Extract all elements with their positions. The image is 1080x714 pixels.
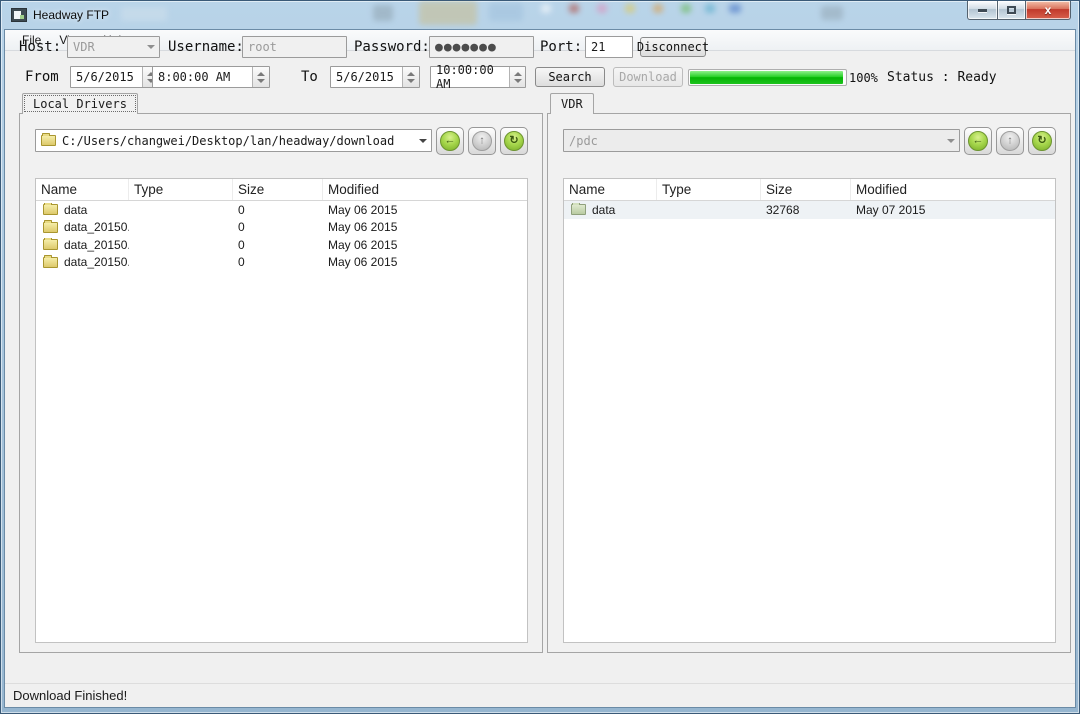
remote-path-value: /pdc <box>569 134 598 148</box>
local-up-button[interactable]: ↑ <box>468 127 496 155</box>
spinner-icon[interactable] <box>509 67 525 87</box>
to-label: To <box>301 69 318 85</box>
spinner-icon[interactable] <box>402 67 419 87</box>
to-date-value: 5/6/2015 <box>336 70 394 84</box>
remote-path-combobox[interactable]: /pdc <box>563 129 960 152</box>
column-header-size[interactable]: Size <box>761 179 851 200</box>
remote-refresh-button[interactable]: ↻ <box>1028 127 1056 155</box>
to-time-value: 10:00:00 AM <box>436 63 509 91</box>
tab-label: Local Drivers <box>33 97 127 111</box>
refresh-icon: ↻ <box>504 131 524 151</box>
to-time-field[interactable]: 10:00:00 AM <box>430 66 526 88</box>
up-icon: ↑ <box>1000 131 1020 151</box>
chevron-down-icon <box>143 37 159 57</box>
port-label: Port: <box>540 39 582 55</box>
tab-local-drivers[interactable]: Local Drivers <box>22 93 138 114</box>
status-message: Download Finished! <box>13 688 127 703</box>
spinner-icon[interactable] <box>252 67 269 87</box>
username-label: Username: <box>168 39 244 55</box>
table-row[interactable]: data 0 May 06 2015 <box>36 201 527 219</box>
tab-label: VDR <box>561 97 583 111</box>
local-path-combobox[interactable]: C:/Users/changwei/Desktop/lan/headway/do… <box>35 129 432 152</box>
password-label: Password: <box>354 39 430 55</box>
local-path-value: C:/Users/changwei/Desktop/lan/headway/do… <box>62 134 394 148</box>
folder-icon <box>43 239 58 250</box>
filter-row: From 5/6/2015 8:00:00 AM To 5/6/2015 10:… <box>5 66 1075 92</box>
local-refresh-button[interactable]: ↻ <box>500 127 528 155</box>
app-icon[interactable] <box>11 8 27 22</box>
app-window: Headway FTP x File View Help Host: VDR U… <box>0 0 1080 714</box>
username-field[interactable]: root <box>242 36 347 58</box>
column-header-modified[interactable]: Modified <box>851 179 1055 200</box>
progress-fill <box>690 71 843 84</box>
disconnect-button[interactable]: Disconnect <box>640 37 706 57</box>
tab-vdr[interactable]: VDR <box>550 93 594 114</box>
folder-icon <box>43 204 58 215</box>
up-icon: ↑ <box>472 131 492 151</box>
column-header-modified[interactable]: Modified <box>323 179 527 200</box>
to-date-field[interactable]: 5/6/2015 <box>330 66 420 88</box>
local-file-table: Name Type Size Modified data 0 May 06 20… <box>35 178 528 643</box>
maximize-icon <box>1007 6 1016 14</box>
remote-pane: /pdc ← ↑ ↻ Name Type Size Modified <box>547 113 1071 653</box>
close-button[interactable]: x <box>1026 1 1071 20</box>
minimize-icon <box>978 9 987 12</box>
table-row[interactable]: data_20150... 0 May 06 2015 <box>36 236 527 254</box>
column-header-size[interactable]: Size <box>233 179 323 200</box>
maximize-button[interactable] <box>997 1 1026 20</box>
minimize-button[interactable] <box>967 1 997 20</box>
local-panel: Local Drivers C:/Users/changwei/Desktop/… <box>19 93 543 653</box>
password-value: ●●●●●●● <box>435 40 497 55</box>
local-pane: C:/Users/changwei/Desktop/lan/headway/do… <box>19 113 543 653</box>
back-icon: ← <box>440 131 460 151</box>
back-icon: ← <box>968 131 988 151</box>
remote-up-button[interactable]: ↑ <box>996 127 1024 155</box>
close-icon: x <box>1045 4 1052 16</box>
table-header: Name Type Size Modified <box>564 179 1055 201</box>
host-value: VDR <box>73 40 95 54</box>
download-button[interactable]: Download <box>613 67 683 87</box>
table-row[interactable]: data 32768 May 07 2015 <box>564 201 1055 219</box>
column-header-name[interactable]: Name <box>36 179 129 200</box>
column-header-name[interactable]: Name <box>564 179 657 200</box>
window-title: Headway FTP <box>33 8 109 22</box>
port-field[interactable]: 21 <box>585 36 633 58</box>
chevron-down-icon[interactable] <box>415 130 431 151</box>
progress-bar <box>688 69 847 86</box>
client-area: File View Help Host: VDR Username: root … <box>4 29 1076 708</box>
host-label: Host: <box>19 39 61 55</box>
table-header: Name Type Size Modified <box>36 179 527 201</box>
remote-file-table: Name Type Size Modified data 32768 May 0… <box>563 178 1056 643</box>
from-time-field[interactable]: 8:00:00 AM <box>152 66 270 88</box>
local-back-button[interactable]: ← <box>436 127 464 155</box>
column-header-type[interactable]: Type <box>129 179 233 200</box>
from-date-value: 5/6/2015 <box>76 70 134 84</box>
search-button[interactable]: Search <box>535 67 605 87</box>
window-controls: x <box>967 1 1071 20</box>
folder-icon <box>571 204 586 215</box>
column-header-type[interactable]: Type <box>657 179 761 200</box>
title-bar[interactable]: Headway FTP <box>1 1 1079 29</box>
progress-percent: 100% <box>849 71 878 85</box>
status-text: Status : Ready <box>887 70 997 85</box>
from-date-field[interactable]: 5/6/2015 <box>70 66 160 88</box>
chevron-down-icon[interactable] <box>943 130 959 151</box>
folder-icon <box>43 257 58 268</box>
refresh-icon: ↻ <box>1032 131 1052 151</box>
status-bar: Download Finished! <box>5 683 1075 707</box>
from-label: From <box>25 69 59 85</box>
table-row[interactable]: data_20150... 0 May 06 2015 <box>36 254 527 272</box>
from-time-value: 8:00:00 AM <box>158 70 230 84</box>
table-row[interactable]: data_20150... 0 May 06 2015 <box>36 219 527 237</box>
port-value: 21 <box>591 40 605 54</box>
remote-back-button[interactable]: ← <box>964 127 992 155</box>
remote-panel: VDR /pdc ← ↑ ↻ Name Type Size <box>547 93 1071 653</box>
username-value: root <box>248 40 277 54</box>
folder-icon <box>41 135 56 146</box>
host-combobox[interactable]: VDR <box>67 36 160 58</box>
folder-icon <box>43 222 58 233</box>
connection-row: Host: VDR Username: root Password: ●●●●●… <box>5 36 1075 62</box>
password-field[interactable]: ●●●●●●● <box>429 36 534 58</box>
